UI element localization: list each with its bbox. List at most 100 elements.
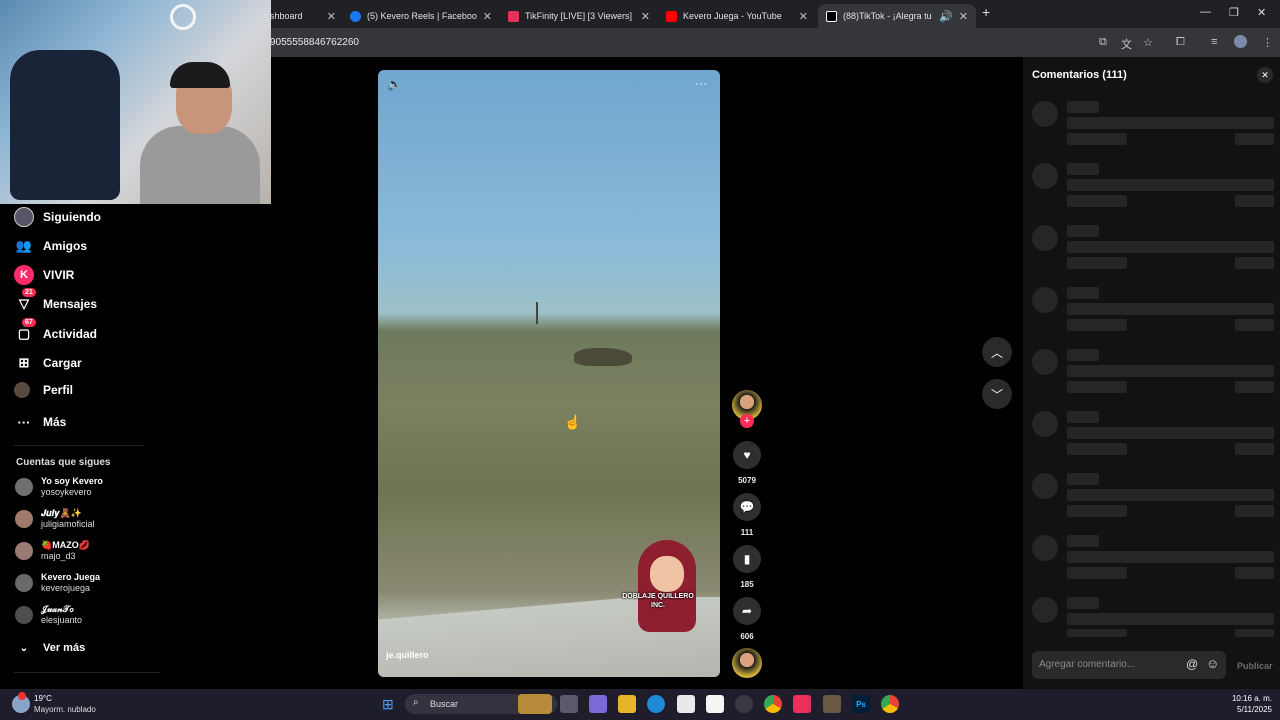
running-animal (574, 348, 632, 366)
edge-icon[interactable] (647, 695, 665, 713)
more-icon: ··· (17, 414, 31, 430)
tab-facebook[interactable]: (5) Kevero Reels | Facebook ✕ (342, 4, 500, 28)
minimize-icon[interactable]: — (1200, 6, 1211, 18)
more-options-icon[interactable]: ··· (695, 76, 707, 90)
followed-account[interactable]: 𝒥𝓊𝒶𝓃𝒯𝑜 elesjuanto (15, 604, 82, 626)
restore-icon[interactable]: ❐ (1229, 6, 1239, 19)
emoji-icon[interactable]: ☺ (1206, 656, 1219, 671)
tab-title: (88)TikTok - ¡Alegra tu día! (843, 11, 933, 21)
account-handle: elesjuanto (41, 615, 83, 625)
add-comment-placeholder: Agregar comentario... (1039, 659, 1136, 670)
streamer-body (140, 126, 260, 204)
profile-avatar-icon[interactable] (1234, 35, 1247, 48)
comment-count: 111 (740, 528, 754, 537)
youtube-icon (666, 10, 677, 22)
mention-icon[interactable]: @ (1186, 657, 1198, 671)
sidebar-item-label: Más (43, 415, 67, 429)
comment-skeleton-line (1235, 629, 1274, 637)
sidebar-item-label: Perfil (43, 383, 74, 397)
followed-account[interactable]: 𝑱𝒖𝒍𝒚🧸✨ juligiamoficial (15, 508, 95, 530)
sidebar-item-upload[interactable]: ⊞ Cargar (14, 353, 82, 373)
video-author[interactable]: je.quillero (386, 650, 429, 660)
avatar (15, 510, 33, 528)
tab-close-icon[interactable]: ✕ (959, 10, 968, 23)
comment-skeleton-line (1067, 551, 1274, 563)
browser-menu-icon[interactable]: ⋮ (1262, 36, 1273, 49)
tab-close-icon[interactable]: ✕ (799, 10, 808, 23)
comment-skeleton-avatar (1032, 287, 1058, 313)
sticker-text: DOBLAJE QUILLERO INC. (622, 593, 694, 609)
comment-skeleton-avatar (1032, 535, 1058, 561)
next-video-button[interactable]: ﹀ (982, 379, 1012, 409)
tab-close-icon[interactable]: ✕ (327, 10, 336, 23)
see-more-button[interactable]: ⌄ Ver más (14, 638, 85, 658)
avatar (15, 574, 33, 592)
streamer-cap (170, 62, 230, 88)
following-avatar-icon (14, 207, 34, 227)
window-close-icon[interactable]: ✕ (1257, 6, 1266, 19)
sidebar-item-friends[interactable]: 👥 Amigos (14, 236, 87, 256)
address-bar-url[interactable]: 9055558846762260 (270, 37, 359, 48)
tiktok-live-icon[interactable] (793, 695, 811, 713)
file-explorer-icon[interactable] (618, 695, 636, 713)
notepad-icon[interactable] (706, 695, 724, 713)
sidebar-item-messages[interactable]: ▽ 21 Mensajes (14, 288, 97, 314)
comment-skeleton-line (1235, 257, 1274, 269)
copilot-icon[interactable] (589, 695, 607, 713)
comment-skeleton-line (1067, 535, 1099, 547)
tab-tikfinity[interactable]: TikFinity [LIVE] [3 Viewers] ✕ (500, 4, 658, 28)
tab-youtube[interactable]: Kevero Juega - YouTube ✕ (658, 4, 816, 28)
account-handle: keverojuega (41, 583, 91, 593)
comment-skeleton-line (1067, 567, 1127, 579)
comment-skeleton-line (1067, 303, 1274, 315)
photoshop-icon[interactable]: Ps (852, 695, 870, 713)
comment-button[interactable]: 💬 (733, 493, 761, 521)
comment-icon: 💬 (739, 500, 755, 514)
chevron-down-icon: ⌄ (19, 642, 29, 654)
save-button[interactable]: ▮ (733, 545, 761, 573)
tab-tiktok[interactable]: (88)TikTok - ¡Alegra tu día! 🔊 ✕ (818, 4, 976, 28)
followed-account[interactable]: Yo soy Kevero yosoykevero (15, 476, 103, 498)
tab-close-icon[interactable]: ✕ (483, 10, 492, 23)
sidebar-item-live[interactable]: K VIVIR (14, 265, 74, 285)
share-button[interactable]: ➦ (733, 597, 761, 625)
install-app-icon[interactable]: ⧉ (1099, 36, 1107, 49)
volume-icon[interactable]: 🔈 (387, 77, 402, 91)
like-button[interactable]: ♥ (733, 441, 761, 469)
follow-plus-icon[interactable]: + (740, 414, 754, 428)
sticker-face (650, 556, 684, 592)
sidebar-item-profile[interactable]: Perfil (14, 382, 73, 398)
game-app-icon[interactable] (823, 695, 841, 713)
sidebar-item-following[interactable]: Siguiendo (14, 207, 101, 227)
bookmark-star-icon[interactable]: ☆ (1143, 36, 1153, 49)
comment-skeleton-line (1067, 381, 1127, 393)
microsoft-store-icon[interactable] (677, 695, 695, 713)
sidebar-item-more[interactable]: ··· Más (14, 412, 67, 432)
followed-account[interactable]: 🍓MAZO💋 majo_d3 (15, 540, 90, 562)
tab-title: Kevero Juega - YouTube (683, 11, 782, 21)
audio-playing-icon[interactable]: 🔊 (939, 10, 953, 23)
publish-button[interactable]: Publicar (1237, 661, 1273, 671)
extensions-icon[interactable]: ⧠ (1176, 36, 1185, 49)
task-view-icon[interactable] (560, 695, 578, 713)
close-comments-icon[interactable]: ✕ (1257, 67, 1273, 83)
tab-dashboard[interactable]: shboard ✕ (262, 4, 344, 28)
sound-disc-avatar[interactable] (732, 648, 762, 678)
tab-close-icon[interactable]: ✕ (641, 10, 650, 23)
sidebar-item-label: VIVIR (43, 268, 75, 282)
sidebar-item-activity[interactable]: ▢ 67 Actividad (14, 318, 97, 344)
comment-skeleton-line (1067, 473, 1099, 485)
tikfinity-icon (508, 10, 519, 22)
chrome-active-icon[interactable] (881, 695, 899, 713)
obs-icon[interactable] (735, 695, 753, 713)
comment-skeleton-line (1067, 489, 1274, 501)
account-name: 🍓MAZO💋 (41, 540, 90, 550)
translate-icon[interactable]: 文 (1121, 36, 1132, 52)
new-tab-icon[interactable]: + (982, 4, 990, 20)
chrome-icon[interactable] (764, 695, 782, 713)
media-controls-icon[interactable]: ≡ (1211, 36, 1217, 48)
taskbar-clock[interactable]: 10:16 a. m. 5/11/2025 (1224, 693, 1272, 715)
followed-account[interactable]: Kevero Juega keverojuega (15, 572, 100, 594)
windows-start-icon[interactable]: ⊞ (382, 696, 394, 713)
previous-video-button[interactable]: ︿ (982, 337, 1012, 367)
